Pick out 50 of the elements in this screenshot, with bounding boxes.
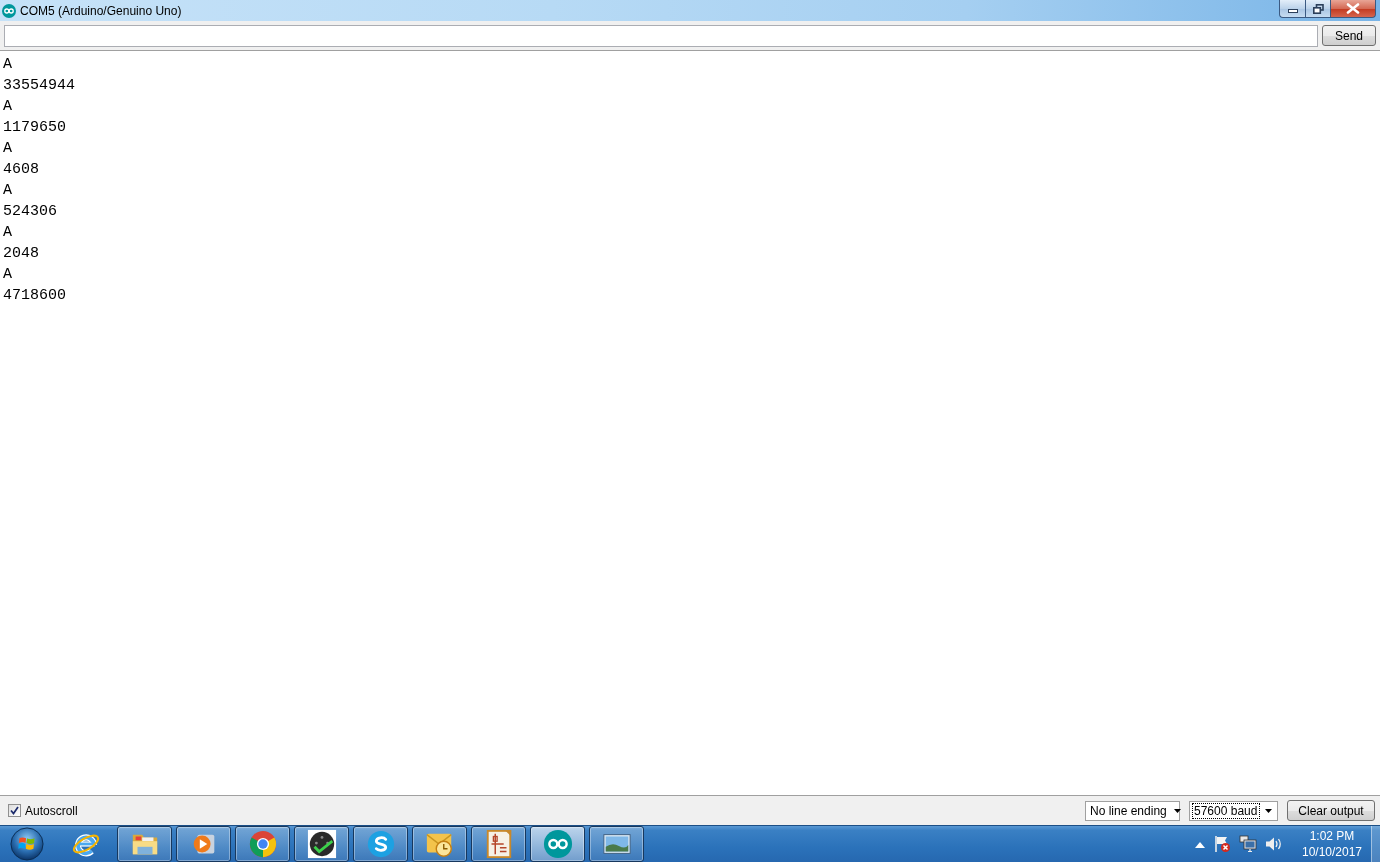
flag-error-icon[interactable] xyxy=(1213,835,1231,853)
speaker-icon[interactable] xyxy=(1265,835,1283,853)
output-line: A xyxy=(3,55,12,75)
clear-output-button[interactable]: Clear output xyxy=(1287,800,1375,821)
output-line: 4608 xyxy=(3,160,39,180)
message-input[interactable] xyxy=(4,24,1318,47)
taskbar-button[interactable] xyxy=(589,826,644,862)
caret-icon xyxy=(1173,808,1181,813)
clock-date[interactable]: 10/10/2017 xyxy=(1301,844,1363,860)
taskbar-button[interactable] xyxy=(117,826,172,862)
send-button[interactable]: Send xyxy=(1322,25,1376,46)
close-button[interactable] xyxy=(1331,0,1376,18)
output-line: A xyxy=(3,265,12,285)
infinity-icon xyxy=(2,3,16,18)
line-ending-dropdown[interactable]: No line ending xyxy=(1085,800,1180,821)
baud-rate-dropdown[interactable]: 57600 baud xyxy=(1189,800,1278,821)
taskbar-button[interactable] xyxy=(412,826,467,862)
ring-logo-icon xyxy=(247,829,278,859)
output-line: A xyxy=(3,223,12,243)
output-line: A xyxy=(3,181,12,201)
windows-orb-icon xyxy=(10,827,44,861)
output-line: A xyxy=(3,139,12,159)
caret-icon xyxy=(1265,808,1272,813)
minimize-button[interactable] xyxy=(1279,0,1305,18)
taskbar-button[interactable] xyxy=(235,826,290,862)
taskbar-button[interactable] xyxy=(176,826,231,862)
taskbar-button[interactable] xyxy=(530,826,585,862)
autoscroll-checkbox[interactable] xyxy=(8,804,21,817)
taskbar-button[interactable] xyxy=(471,826,526,862)
restore-button[interactable] xyxy=(1305,0,1331,18)
autoscroll-label: Autoscroll xyxy=(25,803,78,818)
monitors-icon[interactable] xyxy=(1239,835,1257,853)
checkmark-icon xyxy=(10,806,19,815)
output-line: 33554944 xyxy=(3,76,75,96)
clock-time[interactable]: 1:02 PM xyxy=(1309,828,1355,844)
letter-s-icon xyxy=(365,829,396,859)
output-line: 1179650 xyxy=(3,118,66,138)
infinity-icon xyxy=(542,829,573,859)
minimize-icon xyxy=(1287,9,1298,13)
disc-check-icon xyxy=(306,829,337,859)
output-line: A xyxy=(3,97,12,117)
up-arrow-icon[interactable] xyxy=(1195,840,1205,848)
window-title: COM5 (Arduino/Genuino Uno) xyxy=(20,3,182,18)
close-icon xyxy=(1346,3,1360,14)
taskbar-button[interactable] xyxy=(353,826,408,862)
restore-icon xyxy=(1312,3,1324,14)
output-line: 524306 xyxy=(3,202,57,222)
taskbar-button[interactable] xyxy=(294,826,349,862)
output-line: 4718600 xyxy=(3,286,66,306)
output-line: 2048 xyxy=(3,244,39,264)
